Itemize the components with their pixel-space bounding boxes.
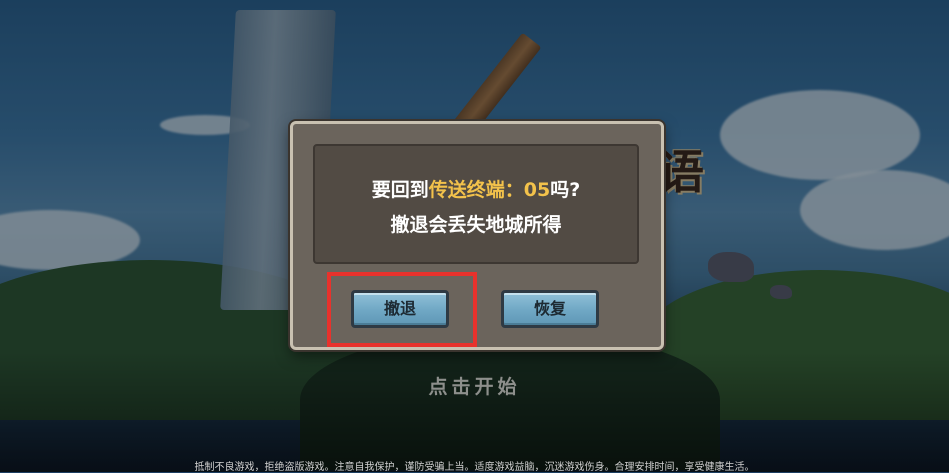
- question-prefix: 要回到: [371, 179, 429, 201]
- bottom-shadow: [0, 352, 949, 472]
- tap-to-start-text[interactable]: 点击开始: [0, 372, 949, 399]
- resume-button[interactable]: 恢复: [501, 290, 599, 328]
- health-gaming-notice: 抵制不良游戏，拒绝盗版游戏。注意自我保护，谨防受骗上当。适度游戏益脑，沉迷游戏伤…: [194, 462, 755, 473]
- dialog-message-panel: 要回到传送终端：05吗? 撤退会丢失地城所得: [313, 144, 639, 264]
- dialog-warning: 撤退会丢失地城所得: [390, 214, 562, 236]
- question-suffix: 吗?: [550, 179, 581, 201]
- dialog-question: 要回到传送终端：05吗?: [315, 175, 637, 202]
- teleport-terminal-name: 传送终端：05: [428, 179, 551, 201]
- annotation-highlight-box: [327, 272, 477, 347]
